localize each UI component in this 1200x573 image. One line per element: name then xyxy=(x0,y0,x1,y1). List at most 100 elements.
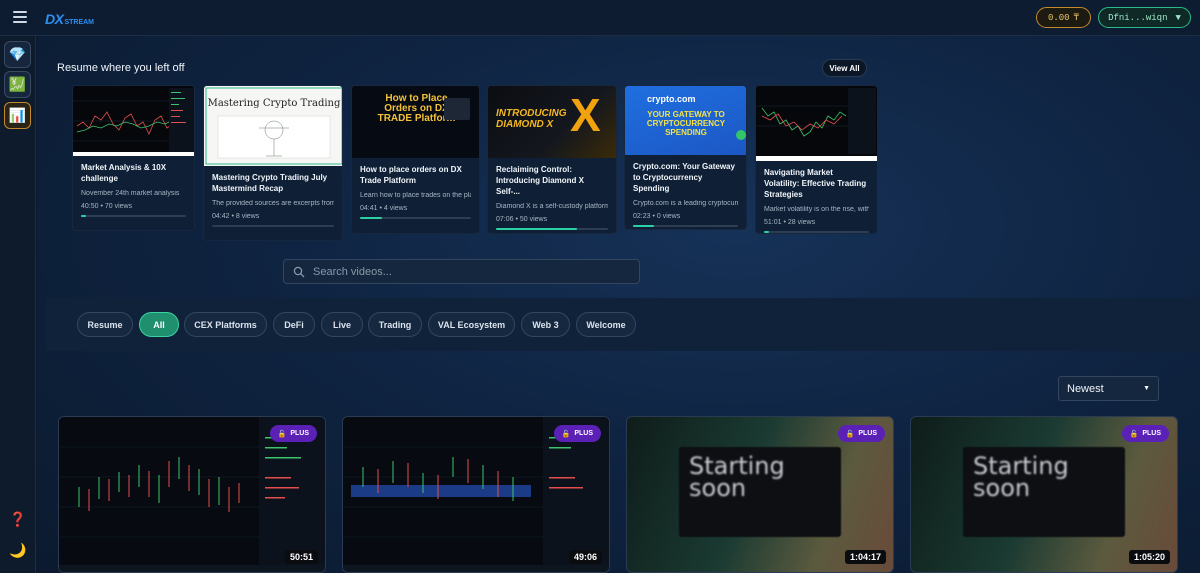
video-thumbnail: How to Place Orders on DX TRADE Platform xyxy=(352,86,479,158)
card-title: Crypto.com: Your Gateway to Cryptocurren… xyxy=(633,162,735,193)
card-views: 50 views xyxy=(519,216,548,223)
menu-icon[interactable] xyxy=(13,11,27,23)
sidebar-item-dashboard[interactable]: 📊 xyxy=(4,102,31,129)
card-duration: 07:06 xyxy=(496,216,514,223)
resume-card[interactable]: Market Analysis & 10X challenge November… xyxy=(72,85,195,231)
help-icon[interactable]: ❓ xyxy=(9,511,26,528)
balance-button[interactable]: 0.00 ₸ xyxy=(1036,7,1091,28)
filter-chip-defi[interactable]: DeFi xyxy=(273,312,315,337)
video-thumbnail xyxy=(73,86,194,156)
lock-icon: 🔓 xyxy=(561,430,571,438)
thumbnail-text: Mastering Crypto Trading xyxy=(207,98,341,109)
logo-wordmark: STREAM xyxy=(64,19,95,26)
filter-chip-live[interactable]: Live xyxy=(321,312,363,337)
top-bar: DX STREAM 0.00 ₸ Dfni...wiqn ▼ xyxy=(0,0,1200,36)
card-description: Diamond X is a self-custody platform xyxy=(496,203,608,210)
card-duration: 04:42 xyxy=(212,213,230,220)
logo[interactable]: DX STREAM xyxy=(45,11,94,27)
card-title: Mastering Crypto Trading July Mastermind… xyxy=(212,173,328,193)
coin-icon xyxy=(736,130,746,140)
plus-label: PLUS xyxy=(1142,430,1161,437)
filter-chip-web3[interactable]: Web 3 xyxy=(521,312,570,337)
progress-fill xyxy=(360,217,383,219)
progress-fill xyxy=(633,225,654,227)
chevron-down-icon: ▼ xyxy=(1175,12,1181,23)
filter-chip-cex-platforms[interactable]: CEX Platforms xyxy=(184,312,267,337)
progress-bar xyxy=(212,225,334,227)
video-card[interactable]: 🔓 PLUS 50:51 xyxy=(58,416,326,573)
progress-bar xyxy=(81,215,186,217)
search-icon xyxy=(293,266,305,277)
progress-bar xyxy=(633,225,738,227)
card-meta: 07:06 • 50 views xyxy=(496,216,548,223)
lock-icon: 🔓 xyxy=(845,430,855,438)
chevron-down-icon: ▼ xyxy=(1143,385,1150,392)
theme-toggle-icon[interactable]: 🌙 xyxy=(9,542,26,559)
sort-dropdown[interactable]: Newest ▼ xyxy=(1058,376,1159,401)
progress-bar xyxy=(764,231,869,233)
starting-soon-box: Starting soon xyxy=(679,447,841,537)
card-title: Market Analysis & 10X challenge xyxy=(81,163,167,183)
card-meta: 02:23 • 0 views xyxy=(633,213,681,220)
filter-chip-resume[interactable]: Resume xyxy=(77,312,133,337)
plus-badge: 🔓 PLUS xyxy=(837,425,885,442)
starting-soon-box: Starting soon xyxy=(963,447,1125,537)
progress-fill xyxy=(496,228,577,230)
resume-card[interactable]: Mastering Crypto Trading Mastering Crypt… xyxy=(203,85,343,241)
thumbnail-text: YOUR GATEWAY TO CRYPTOCURRENCY SPENDING xyxy=(646,110,726,137)
starting-soon-text: Starting soon xyxy=(689,452,785,502)
plus-label: PLUS xyxy=(290,430,309,437)
resume-card[interactable]: Navigating Market Volatility: Effective … xyxy=(755,85,877,234)
card-duration: 04:41 xyxy=(360,205,378,212)
video-duration: 1:05:20 xyxy=(1128,550,1170,564)
card-title: Reclaiming Control: Introducing Diamond … xyxy=(496,165,584,196)
search-bar[interactable] xyxy=(283,259,640,284)
card-duration: 02:23 xyxy=(633,213,651,220)
card-views: 28 views xyxy=(787,219,816,226)
lock-icon: 🔓 xyxy=(1129,430,1139,438)
wallet-button[interactable]: Dfni...wiqn ▼ xyxy=(1098,7,1191,28)
wallet-address: Dfni...wiqn xyxy=(1108,12,1168,23)
video-duration: 1:04:17 xyxy=(844,550,886,564)
video-card[interactable]: Starting soon 🔓 PLUS 1:05:20 xyxy=(910,416,1178,573)
resume-card[interactable]: How to Place Orders on DX TRADE Platform… xyxy=(351,85,480,234)
video-card[interactable]: Starting soon 🔓 PLUS 1:04:17 xyxy=(626,416,894,573)
video-thumbnail: crypto.com YOUR GATEWAY TO CRYPTOCURRENC… xyxy=(625,86,746,155)
plus-badge: 🔓 PLUS xyxy=(269,425,317,442)
card-meta: 40:50 • 70 views xyxy=(81,203,133,210)
video-duration: 50:51 xyxy=(284,550,318,564)
video-thumbnail: Mastering Crypto Trading xyxy=(204,86,342,166)
video-card[interactable]: 🔓 PLUS 49:06 xyxy=(342,416,610,573)
filter-chip-trading[interactable]: Trading xyxy=(368,312,422,337)
video-duration: 49:06 xyxy=(568,550,602,564)
progress-bar xyxy=(496,228,608,230)
card-duration: 51:01 xyxy=(764,219,782,226)
token-icon: ₸ xyxy=(1073,12,1080,23)
cryptocom-logo: crypto.com xyxy=(647,94,696,104)
resume-card[interactable]: X INTRODUCING DIAMOND X Reclaiming Contr… xyxy=(487,85,617,234)
plus-label: PLUS xyxy=(858,430,877,437)
search-input[interactable] xyxy=(313,265,613,278)
starting-soon-text: Starting soon xyxy=(973,452,1069,502)
filter-chip-val-ecosystem[interactable]: VAL Ecosystem xyxy=(428,312,515,337)
card-views: 70 views xyxy=(104,203,133,210)
filter-chip-all[interactable]: All xyxy=(139,312,179,337)
balance-value: 0.00 xyxy=(1047,12,1070,23)
filter-chip-welcome[interactable]: Welcome xyxy=(576,312,636,337)
sidebar: 💎 💹 📊 ❓ 🌙 xyxy=(0,36,36,573)
card-title: How to place orders on DX Trade Platform xyxy=(360,165,462,185)
card-meta: 51:01 • 28 views xyxy=(764,219,816,226)
card-views: 0 views xyxy=(656,213,681,220)
card-meta: 04:41 • 4 views xyxy=(360,205,408,212)
section-title-resume: Resume where you left off xyxy=(57,62,185,74)
video-thumbnail: X INTRODUCING DIAMOND X xyxy=(488,86,616,158)
view-all-button[interactable]: View All xyxy=(822,59,867,77)
resume-card[interactable]: crypto.com YOUR GATEWAY TO CRYPTOCURRENC… xyxy=(624,85,747,230)
card-views: 8 views xyxy=(235,213,260,220)
card-meta: 04:42 • 8 views xyxy=(212,213,260,220)
card-description: Learn how to place trades on the platfor… xyxy=(360,192,471,199)
sidebar-item-chart[interactable]: 💹 xyxy=(4,71,31,98)
progress-fill xyxy=(764,231,770,233)
sidebar-item-diamond[interactable]: 💎 xyxy=(4,41,31,68)
card-description: The provided sources are excerpts from xyxy=(212,200,334,207)
